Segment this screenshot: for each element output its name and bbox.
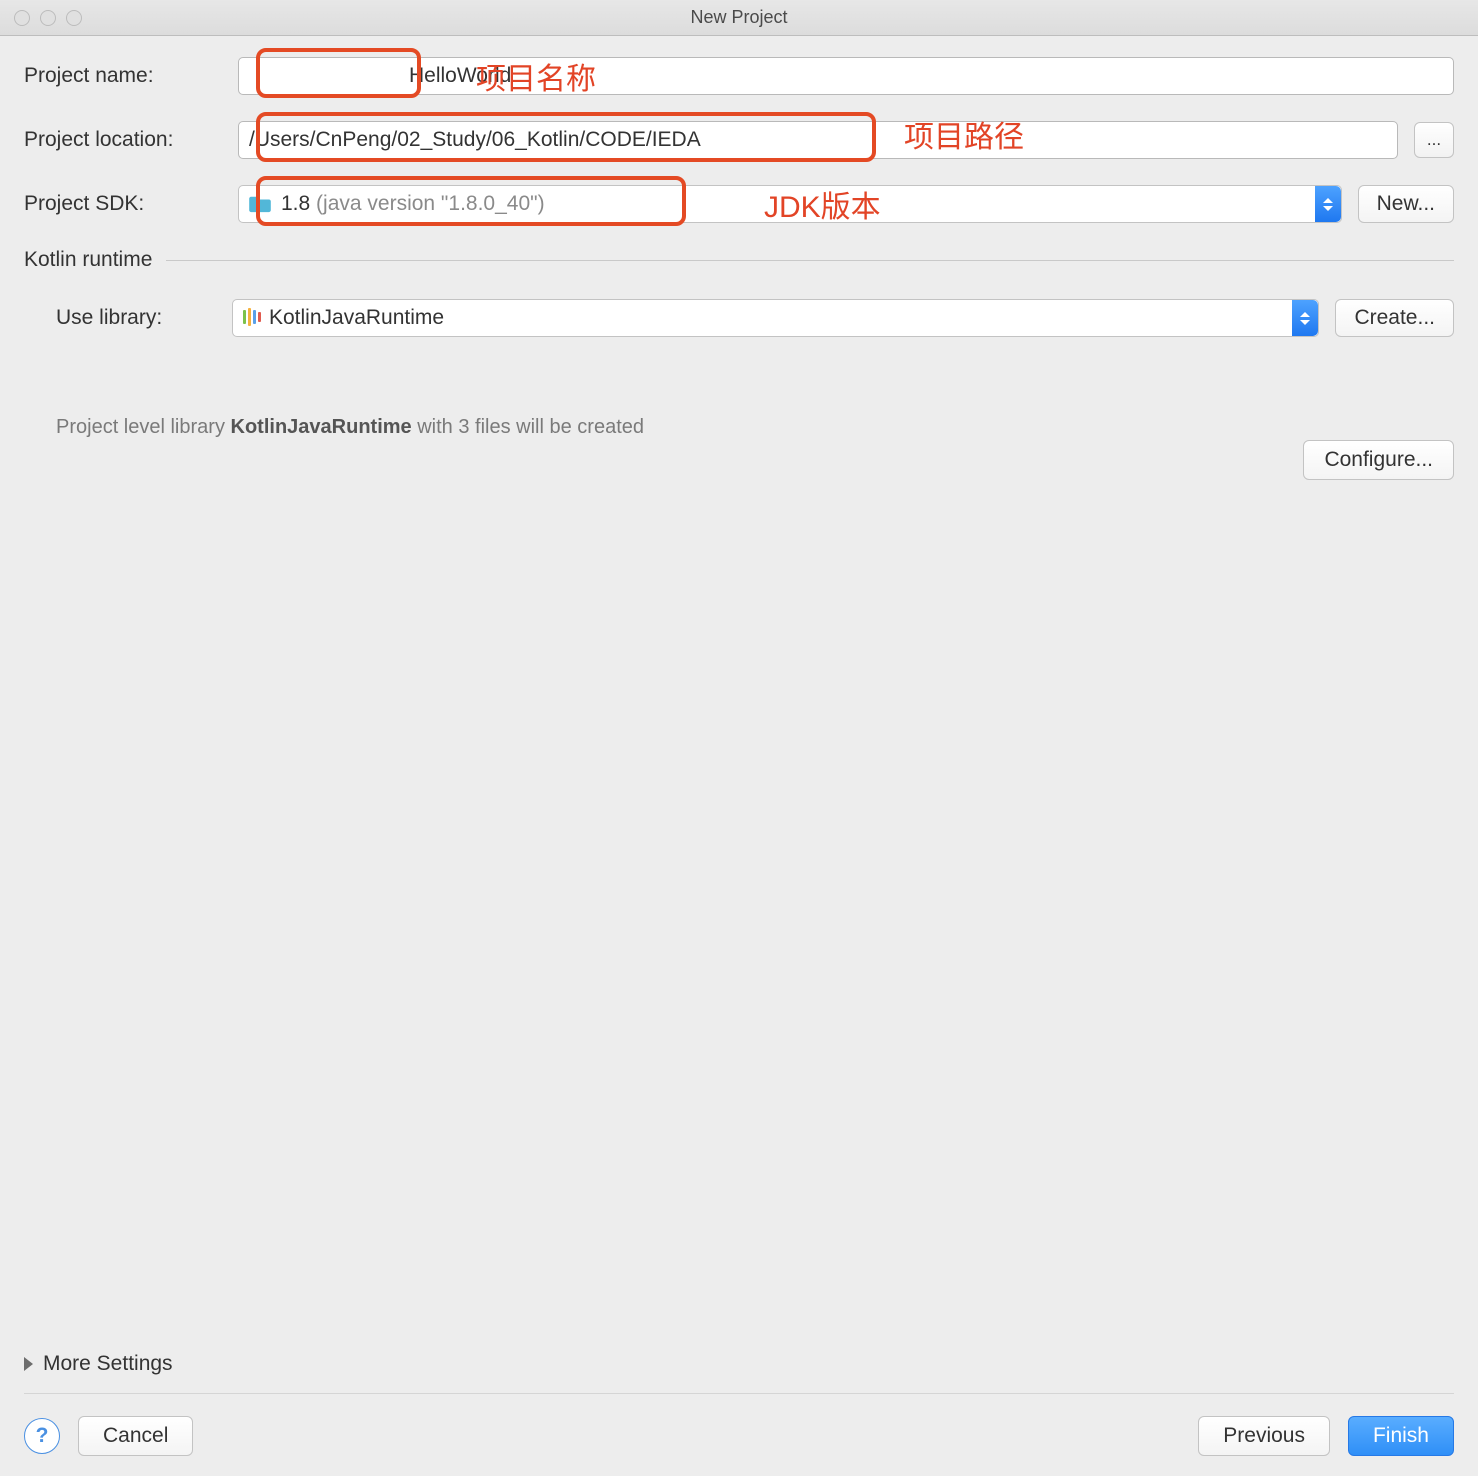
project-name-label: Project name: [24,64,238,88]
zoom-window-icon[interactable] [66,10,82,26]
project-location-input[interactable] [238,121,1398,159]
titlebar: New Project [0,0,1478,36]
project-sdk-dropdown[interactable]: 1.8 (java version "1.8.0_40") [238,185,1342,223]
new-sdk-button[interactable]: New... [1358,185,1454,223]
help-button[interactable]: ? [24,1418,60,1454]
project-location-label: Project location: [24,128,238,152]
window-title: New Project [0,7,1478,28]
dialog-footer: ? Cancel Previous Finish [24,1393,1454,1456]
project-location-row: Project location: ... 项目路径 [24,118,1454,162]
sdk-version: (java version "1.8.0_40") [316,192,545,215]
kotlin-runtime-title: Kotlin runtime [24,248,152,272]
close-window-icon[interactable] [14,10,30,26]
browse-location-button[interactable]: ... [1414,122,1454,158]
library-dropdown[interactable]: KotlinJavaRuntime [232,299,1319,337]
folder-icon [249,195,271,213]
dropdown-arrow-icon [1292,300,1318,336]
cancel-button[interactable]: Cancel [78,1416,193,1456]
window-controls [0,10,82,26]
more-settings-toggle[interactable]: More Settings [24,1352,173,1376]
chevron-right-icon [24,1357,33,1371]
library-info-text: Project level library KotlinJavaRuntime … [56,416,1454,439]
section-divider [166,260,1454,261]
project-name-input[interactable] [238,57,1454,95]
library-name: KotlinJavaRuntime [269,306,444,330]
create-library-button[interactable]: Create... [1335,299,1454,337]
dropdown-arrow-icon [1315,186,1341,222]
project-sdk-label: Project SDK: [24,192,238,216]
project-sdk-row: Project SDK: 1.8 (java version "1.8.0_40… [24,182,1454,226]
library-icon [243,310,261,326]
finish-button[interactable]: Finish [1348,1416,1454,1456]
sdk-name: 1.8 [281,192,310,215]
more-settings-label: More Settings [43,1352,173,1376]
configure-library-button[interactable]: Configure... [1303,440,1454,480]
kotlin-runtime-section: Kotlin runtime [24,248,1454,272]
project-name-row: Project name: 项目名称 [24,54,1454,98]
minimize-window-icon[interactable] [40,10,56,26]
dialog-window: New Project Project name: 项目名称 Project l… [0,0,1478,1476]
sdk-value: 1.8 (java version "1.8.0_40") [281,192,545,216]
dialog-content: Project name: 项目名称 Project location: ...… [0,36,1478,1476]
previous-button[interactable]: Previous [1198,1416,1330,1456]
use-library-label: Use library: [56,306,232,330]
use-library-row: Use library: KotlinJavaRuntime Create... [24,296,1454,340]
